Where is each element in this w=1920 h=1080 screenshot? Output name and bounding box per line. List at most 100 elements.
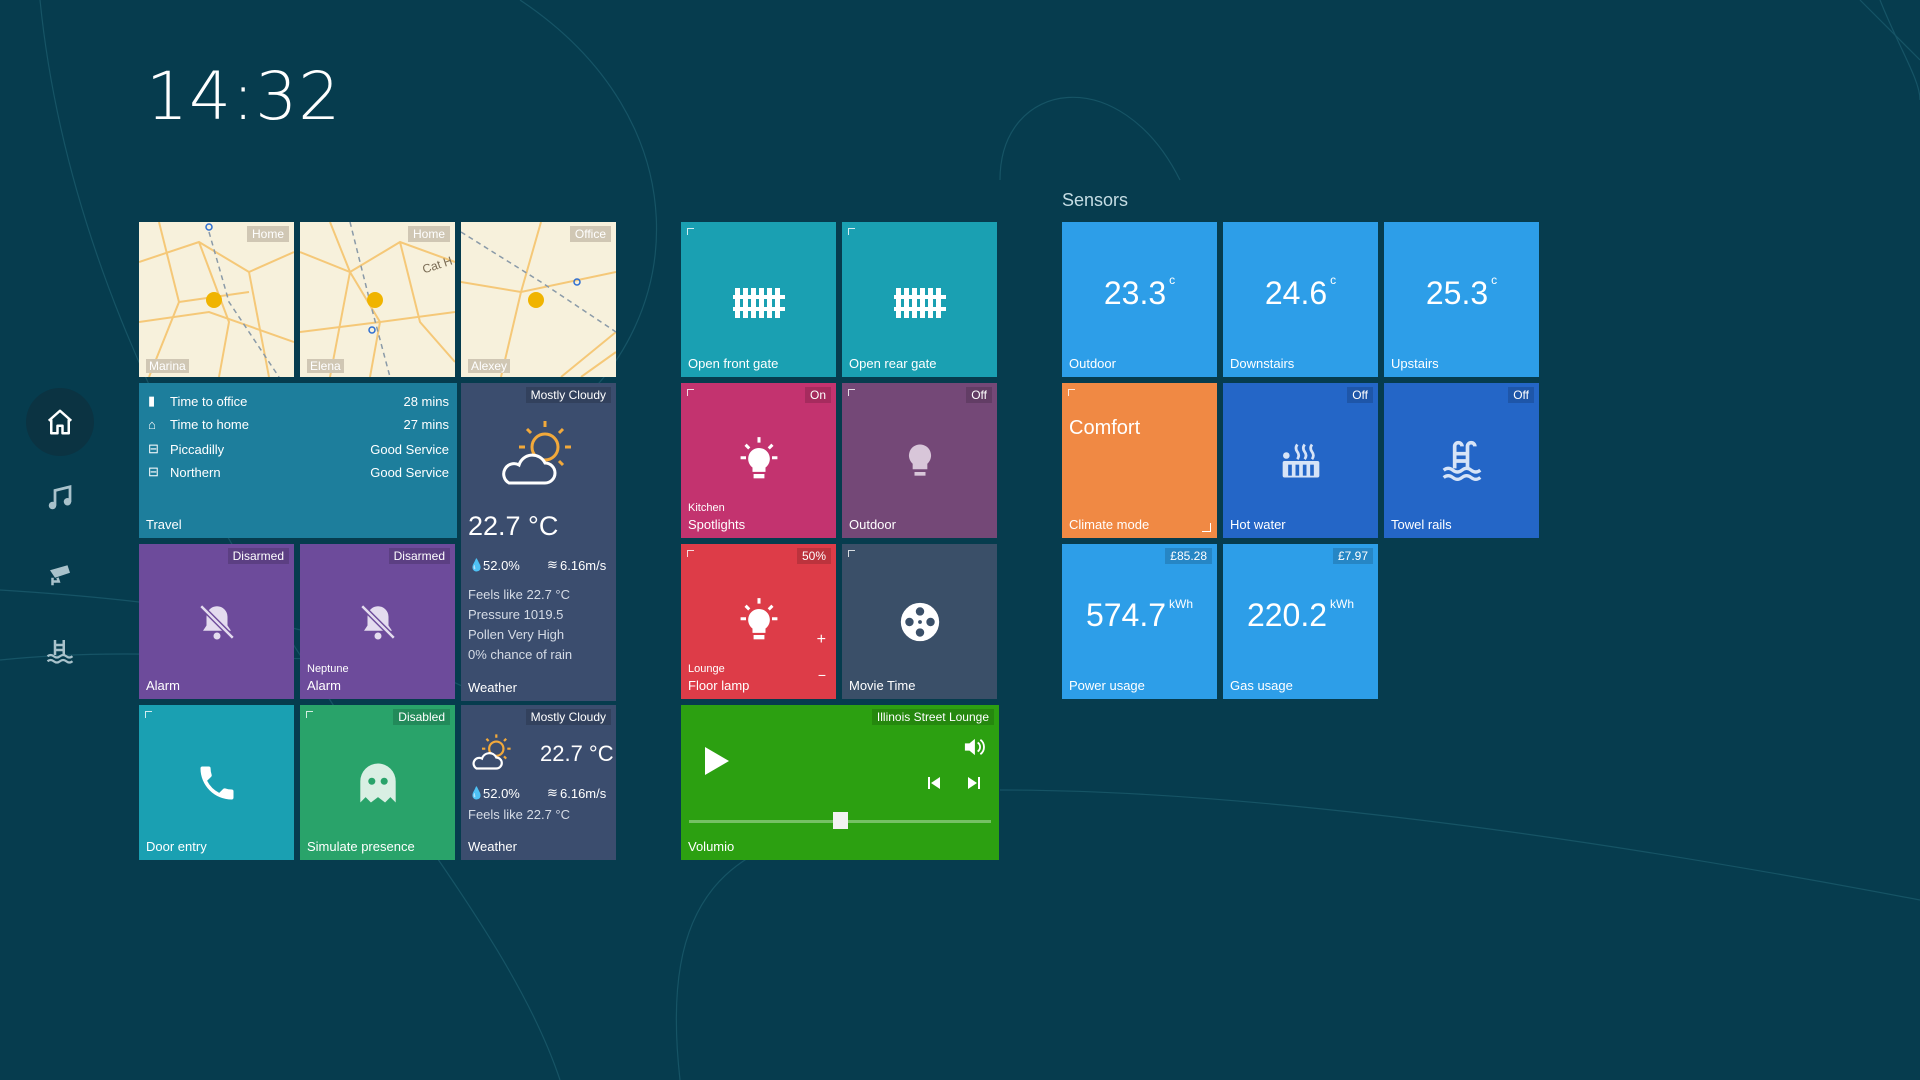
- door-entry-tile[interactable]: Door entry: [139, 705, 294, 860]
- humidity-icon: 💧: [469, 786, 484, 800]
- tile-label: Downstairs: [1230, 356, 1295, 371]
- player-room-badge: Illinois Street Lounge: [871, 709, 994, 725]
- partly-cloudy-icon: [472, 734, 511, 770]
- sidebar-item-pool[interactable]: [26, 616, 94, 684]
- tile-label: Outdoor: [849, 517, 896, 532]
- climate-mode-value: Comfort: [1069, 417, 1141, 439]
- background-arcs: [0, 0, 1920, 1080]
- tile-label: Weather: [468, 839, 517, 854]
- home-icon: ⌂: [148, 416, 156, 432]
- tile-label: Climate mode: [1069, 517, 1150, 532]
- tile-label: Travel: [146, 517, 182, 532]
- sidebar-item-home[interactable]: [26, 388, 94, 456]
- tile-sublabel: Lounge: [688, 663, 725, 675]
- map-place-badge: Office: [569, 226, 611, 242]
- partly-cloudy-icon: [502, 421, 571, 485]
- weather-pollen: Pollen Very High: [468, 627, 565, 642]
- map-tile-marina[interactable]: Home Marina: [139, 222, 294, 377]
- simulate-presence-tile[interactable]: Disabled Simulate presence: [300, 705, 455, 860]
- map-place-badge: Home: [407, 226, 450, 242]
- tile-label: Floor lamp: [688, 678, 750, 693]
- volume-icon[interactable]: [963, 737, 985, 757]
- tile-label: Weather: [468, 680, 517, 695]
- lounge-floor-lamp-tile[interactable]: 50% + − Lounge Floor lamp: [681, 544, 836, 699]
- map-tile-elena[interactable]: Home Cat H Elena: [300, 222, 455, 377]
- music-icon: [48, 484, 72, 510]
- temperature-value: 24.6 c: [1264, 273, 1337, 311]
- film-reel-icon: [900, 602, 939, 641]
- movie-time-tile[interactable]: Movie Time: [842, 544, 997, 699]
- energy-value: 574.7 kWh: [1085, 597, 1194, 633]
- weather-feels: Feels like 22.7 °C: [468, 587, 571, 602]
- bell-off-icon: [359, 603, 396, 640]
- wind-icon: ≋: [547, 557, 558, 572]
- tube-icon: ⊟: [148, 464, 159, 479]
- rear-gate-tile[interactable]: Open rear gate: [842, 222, 997, 377]
- power-usage-tile[interactable]: £85.28 574.7 kWh Power usage: [1062, 544, 1217, 699]
- outdoor-light-tile[interactable]: Off Outdoor: [842, 383, 997, 538]
- tile-sublabel: Kitchen: [688, 502, 725, 514]
- weather-tile-small[interactable]: Mostly Cloudy 22.7 °C 💧 52.0% ≋ 6.16m/s …: [461, 705, 616, 860]
- tile-label: Gas usage: [1230, 678, 1293, 693]
- brightness-up-button[interactable]: +: [817, 631, 826, 649]
- map-person-name: Elena: [307, 359, 344, 373]
- travel-row: ⌂ Time to home 27 mins: [148, 416, 449, 432]
- weather-humidity: 52.0%: [483, 558, 520, 573]
- play-button[interactable]: [703, 745, 731, 777]
- sensors-heading: Sensors: [1062, 190, 1129, 210]
- alarm-tile-neptune[interactable]: Disarmed Neptune Alarm: [300, 544, 455, 699]
- phone-icon: [200, 766, 233, 799]
- cost-badge: £7.97: [1332, 548, 1373, 564]
- temp-sensor-downstairs[interactable]: 24.6 c Downstairs: [1223, 222, 1378, 377]
- tile-label: Spotlights: [688, 517, 746, 532]
- alarm-tile[interactable]: Disarmed Alarm: [139, 544, 294, 699]
- weather-pressure: Pressure 1019.5: [468, 607, 564, 622]
- tile-label: Hot water: [1230, 517, 1286, 532]
- temp-sensor-outdoor[interactable]: 23.3 c Outdoor: [1062, 222, 1217, 377]
- towel-rails-tile[interactable]: Off Towel rails: [1384, 383, 1539, 538]
- tile-label: Power usage: [1069, 678, 1145, 693]
- sidebar-item-music[interactable]: [26, 464, 94, 532]
- lightbulb-on-icon: [740, 436, 777, 478]
- cctv-icon: [50, 565, 70, 586]
- lightbulb-on-icon: [740, 597, 777, 639]
- map-person-name: Marina: [146, 359, 189, 373]
- media-player-tile: Illinois Street Lounge Volumio: [681, 705, 999, 860]
- weather-wind: 6.16m/s: [560, 558, 607, 573]
- tile-label: Outdoor: [1069, 356, 1116, 371]
- gas-usage-tile[interactable]: £7.97 220.2 kWh Gas usage: [1223, 544, 1378, 699]
- tile-label: Open rear gate: [849, 356, 937, 371]
- brightness-down-button[interactable]: −: [818, 667, 826, 683]
- pool-icon: [1442, 440, 1481, 481]
- next-track-button[interactable]: [967, 776, 981, 790]
- climate-mode-tile[interactable]: Comfort Climate mode: [1062, 383, 1217, 538]
- map-tile-alexey[interactable]: Office Alexey: [461, 222, 616, 377]
- tile-label: Open front gate: [688, 356, 779, 371]
- home-icon: [47, 409, 73, 435]
- weather-tile-large[interactable]: Mostly Cloudy 22.7 °C 💧 52.0% ≋ 6.16m/s …: [461, 383, 616, 701]
- pool-icon: [46, 640, 74, 664]
- weather-humidity: 52.0%: [483, 786, 520, 801]
- kitchen-spotlights-tile[interactable]: On Kitchen Spotlights: [681, 383, 836, 538]
- previous-track-button[interactable]: [927, 776, 941, 790]
- wind-icon: ≋: [547, 785, 558, 800]
- travel-row: ⊟ Northern Good Service: [148, 464, 449, 480]
- tile-label: Upstairs: [1391, 356, 1439, 371]
- tile-label: Alarm: [146, 678, 180, 693]
- front-gate-tile[interactable]: Open front gate: [681, 222, 836, 377]
- temperature-value: 23.3 c: [1103, 273, 1176, 311]
- map-place-badge: Home: [246, 226, 289, 242]
- office-pin-icon: [528, 292, 544, 308]
- sidebar-item-cctv[interactable]: [26, 540, 94, 608]
- humidity-icon: 💧: [469, 558, 484, 572]
- train-icon: ▮: [148, 393, 156, 408]
- hot-water-tile[interactable]: Off Hot water: [1223, 383, 1378, 538]
- tile-label: Movie Time: [849, 678, 916, 693]
- tube-icon: ⊟: [148, 441, 159, 456]
- temp-sensor-upstairs[interactable]: 25.3 c Upstairs: [1384, 222, 1539, 377]
- tile-label: Alarm: [307, 678, 341, 693]
- resize-handle-icon: [1202, 523, 1211, 532]
- sidebar: [26, 388, 94, 692]
- volume-slider-thumb[interactable]: [833, 812, 848, 829]
- travel-tile[interactable]: ▮ Time to office 28 mins ⌂ Time to home …: [139, 383, 457, 538]
